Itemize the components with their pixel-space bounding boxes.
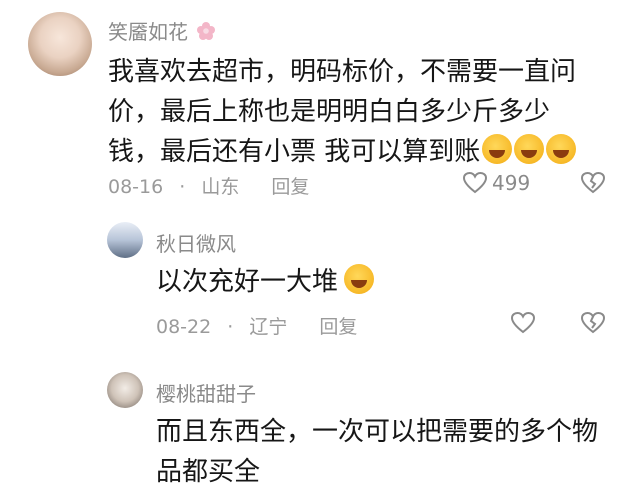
dislike-heart-icon <box>580 311 606 335</box>
comment-1-line-2: 价，最后上称也是明明白白多少斤多少 <box>108 97 551 127</box>
laugh-cry-emoji-icon <box>482 134 513 164</box>
laugh-cry-emoji-icon <box>546 134 577 164</box>
comment-1-location: 山东 <box>201 176 240 198</box>
heart-icon <box>510 311 536 335</box>
dislike-heart-icon <box>580 171 606 195</box>
comment-2-line-1: 以次充好一大堆 <box>156 267 339 297</box>
comment-2-dislike-button[interactable] <box>580 311 606 335</box>
comment-1-like-count: 499 <box>492 171 531 195</box>
comment-2-text-row: 以次充好一大堆 <box>156 262 375 302</box>
comment-2-reply-button[interactable]: 回复 <box>319 316 357 338</box>
comment-1-like-button[interactable]: 499 <box>462 171 530 195</box>
avatar[interactable] <box>28 12 92 76</box>
comment-1-reply-button[interactable]: 回复 <box>271 176 309 198</box>
comment-1-date: 08-16 <box>108 176 164 198</box>
meta-separator: · <box>179 176 186 198</box>
comment-1-dislike-button[interactable] <box>580 171 606 195</box>
flower-emoji-icon <box>196 21 216 41</box>
comment-1-line-3: 钱，最后还有小票 我可以算到账 <box>108 137 481 167</box>
comment-2-like-button[interactable] <box>510 311 536 335</box>
avatar[interactable] <box>107 372 143 408</box>
comment-3-username[interactable]: 樱桃甜甜子 <box>156 378 256 407</box>
comment-1-line-3-row: 钱，最后还有小票 我可以算到账 <box>108 132 577 172</box>
avatar[interactable] <box>107 222 143 258</box>
comment-1-username[interactable]: 笑靥如花 <box>108 20 188 44</box>
comment-1-meta: 08-16 · 山东 回复 <box>108 172 309 199</box>
heart-icon <box>462 171 488 195</box>
comment-1-username-row: 笑靥如花 <box>108 16 216 45</box>
comment-2-location: 辽宁 <box>249 316 288 338</box>
comment-1-text: 我喜欢去超市，明码标价，不需要一直问 价，最后上称也是明明白白多少斤多少 钱，最… <box>108 52 577 172</box>
comment-2-meta: 08-22 · 辽宁 回复 <box>156 312 357 339</box>
comment-2-date: 08-22 <box>156 316 212 338</box>
comment-1-line-1: 我喜欢去超市，明码标价，不需要一直问 <box>108 57 577 87</box>
laugh-cry-emoji-icon <box>514 134 545 164</box>
comment-3-text: 而且东西全，一次可以把需要的多个物 品都买全 <box>156 412 598 492</box>
laugh-cry-emoji-icon <box>344 264 375 294</box>
meta-separator: · <box>227 316 234 338</box>
comment-3-line-1: 而且东西全，一次可以把需要的多个物 <box>156 417 599 447</box>
comment-2-username[interactable]: 秋日微风 <box>156 228 236 257</box>
comment-3-line-2: 品都买全 <box>156 457 261 487</box>
